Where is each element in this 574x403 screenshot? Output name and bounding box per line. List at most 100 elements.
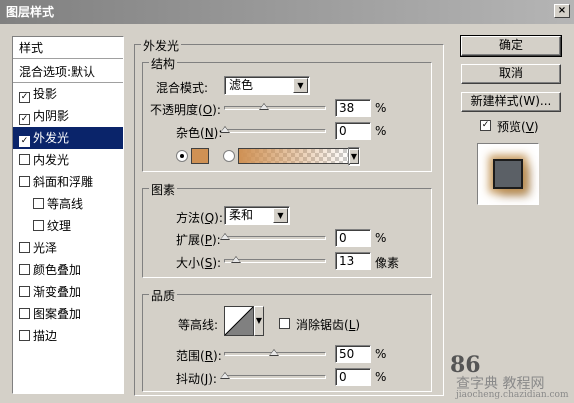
antialias-label[interactable]: 消除锯齿(L) xyxy=(296,316,360,333)
noise-input[interactable]: 0 xyxy=(335,122,371,140)
contour-curve-icon xyxy=(224,306,254,336)
style-item-label: 内阴影 xyxy=(33,109,70,123)
range-unit: % xyxy=(375,347,387,361)
jitter-input[interactable]: 0 xyxy=(335,368,371,386)
style-item-outer-glow[interactable]: ✓ 外发光 xyxy=(13,127,123,149)
stroke-checkbox[interactable] xyxy=(19,330,30,341)
size-slider-thumb[interactable] xyxy=(231,256,241,263)
gradient-overlay-checkbox[interactable] xyxy=(19,286,30,297)
style-item-label: 等高线 xyxy=(47,197,84,211)
jitter-slider-track[interactable] xyxy=(224,375,326,379)
ok-button[interactable]: 确定 xyxy=(460,35,562,57)
antialias-checkbox[interactable] xyxy=(279,318,290,329)
blend-mode-select[interactable]: 滤色 ▼ xyxy=(224,76,310,95)
range-label: 范围(R): xyxy=(176,349,222,363)
spread-label: 扩展(P): xyxy=(176,233,221,247)
style-item-drop-shadow[interactable]: ✓ 投影 xyxy=(13,83,123,105)
title-bar: 图层样式 × xyxy=(0,0,574,24)
styles-header[interactable]: 样式 xyxy=(13,37,123,59)
texture-checkbox[interactable] xyxy=(33,220,44,231)
style-item-label: 斜面和浮雕 xyxy=(33,175,94,189)
noise-label: 杂色(N): xyxy=(176,126,223,140)
blend-mode-label: 混合模式: xyxy=(156,81,209,95)
spread-input[interactable]: 0 xyxy=(335,229,371,247)
opacity-label: 不透明度(O): xyxy=(150,103,221,117)
gradient-radio[interactable] xyxy=(223,150,235,162)
preview-checkbox[interactable]: ✓ xyxy=(480,120,491,131)
glow-color-swatch[interactable] xyxy=(191,148,209,164)
layer-style-dialog: 图层样式 × 样式 混合选项:默认 ✓ 投影 ✓ 内阴影 ✓ 外发光 内发光 斜面和浮… xyxy=(0,0,574,403)
style-item-label: 颜色叠加 xyxy=(33,263,82,277)
style-item-label: 外发光 xyxy=(33,131,70,145)
preview-thumbnail xyxy=(493,159,523,189)
watermark-url: jiaocheng.chazidian.com xyxy=(456,390,569,400)
inner-glow-checkbox[interactable] xyxy=(19,154,30,165)
style-item-label: 投影 xyxy=(33,87,58,101)
style-item-inner-shadow[interactable]: ✓ 内阴影 xyxy=(13,105,123,127)
preview-label[interactable]: 预览(V) xyxy=(497,118,539,135)
blending-options-item[interactable]: 混合选项:默认 xyxy=(13,61,123,83)
close-button[interactable]: × xyxy=(554,4,570,18)
cancel-button[interactable]: 取消 xyxy=(461,64,561,84)
chevron-down-icon[interactable]: ▼ xyxy=(273,208,288,223)
pattern-overlay-checkbox[interactable] xyxy=(19,308,30,319)
noise-slider-thumb[interactable] xyxy=(220,126,230,133)
style-item-contour[interactable]: 等高线 xyxy=(13,193,123,215)
opacity-slider-thumb[interactable] xyxy=(259,103,269,110)
style-item-inner-glow[interactable]: 内发光 xyxy=(13,149,123,171)
chevron-down-icon[interactable]: ▼ xyxy=(349,149,359,164)
size-unit: 像素 xyxy=(375,256,400,270)
style-item-gradient-overlay[interactable]: 渐变叠加 xyxy=(13,281,123,303)
spread-unit: % xyxy=(375,231,387,245)
opacity-unit: % xyxy=(375,101,387,115)
contour-checkbox[interactable] xyxy=(33,198,44,209)
jitter-slider-thumb[interactable] xyxy=(220,372,230,379)
noise-unit: % xyxy=(375,124,387,138)
window-title: 图层样式 xyxy=(6,5,55,19)
elements-title: 图素 xyxy=(149,181,178,198)
inner-shadow-checkbox[interactable]: ✓ xyxy=(19,114,30,125)
spread-slider-track[interactable] xyxy=(224,236,326,240)
blend-mode-value: 滤色 xyxy=(229,78,254,92)
outer-glow-checkbox[interactable]: ✓ xyxy=(19,136,30,147)
quality-title: 品质 xyxy=(149,287,178,304)
style-item-pattern-overlay[interactable]: 图案叠加 xyxy=(13,303,123,325)
size-input[interactable]: 13 xyxy=(335,252,371,270)
style-item-label: 纹理 xyxy=(47,219,72,233)
contour-dropdown[interactable]: ▼ xyxy=(254,306,264,336)
contour-label: 等高线: xyxy=(178,318,219,332)
style-list: 样式 混合选项:默认 ✓ 投影 ✓ 内阴影 ✓ 外发光 内发光 斜面和浮雕 等高线 纹… xyxy=(12,36,124,394)
technique-label: 方法(Q): xyxy=(176,211,223,225)
style-item-label: 图案叠加 xyxy=(33,307,82,321)
style-item-bevel-emboss[interactable]: 斜面和浮雕 xyxy=(13,171,123,193)
glow-gradient-swatch[interactable] xyxy=(238,148,350,164)
style-item-label: 光泽 xyxy=(33,241,58,255)
bevel-emboss-checkbox[interactable] xyxy=(19,176,30,187)
chevron-down-icon[interactable]: ▼ xyxy=(293,78,308,93)
opacity-input[interactable]: 38 xyxy=(335,99,371,117)
chevron-down-icon[interactable]: ▼ xyxy=(256,316,262,325)
style-item-texture[interactable]: 纹理 xyxy=(13,215,123,237)
gradient-dropdown[interactable]: ▼ xyxy=(348,147,360,166)
satin-checkbox[interactable] xyxy=(19,242,30,253)
opacity-slider-track[interactable] xyxy=(224,106,326,110)
noise-slider-track[interactable] xyxy=(224,129,326,133)
technique-value: 柔和 xyxy=(229,208,254,222)
contour-preview[interactable] xyxy=(224,306,254,336)
solid-color-radio[interactable] xyxy=(176,150,188,162)
color-overlay-checkbox[interactable] xyxy=(19,264,30,275)
style-item-stroke[interactable]: 描边 xyxy=(13,325,123,347)
effect-preview xyxy=(477,143,539,205)
range-input[interactable]: 50 xyxy=(335,345,371,363)
range-slider-thumb[interactable] xyxy=(269,349,279,356)
drop-shadow-checkbox[interactable]: ✓ xyxy=(19,92,30,103)
outer-glow-title: 外发光 xyxy=(141,37,182,54)
style-item-satin[interactable]: 光泽 xyxy=(13,237,123,259)
spread-slider-thumb[interactable] xyxy=(220,233,230,240)
style-item-label: 内发光 xyxy=(33,153,70,167)
jitter-label: 抖动(J): xyxy=(176,372,217,386)
style-item-color-overlay[interactable]: 颜色叠加 xyxy=(13,259,123,281)
new-style-button[interactable]: 新建样式(W)... xyxy=(461,92,561,112)
technique-select[interactable]: 柔和 ▼ xyxy=(224,206,290,225)
style-item-label: 描边 xyxy=(33,329,58,343)
